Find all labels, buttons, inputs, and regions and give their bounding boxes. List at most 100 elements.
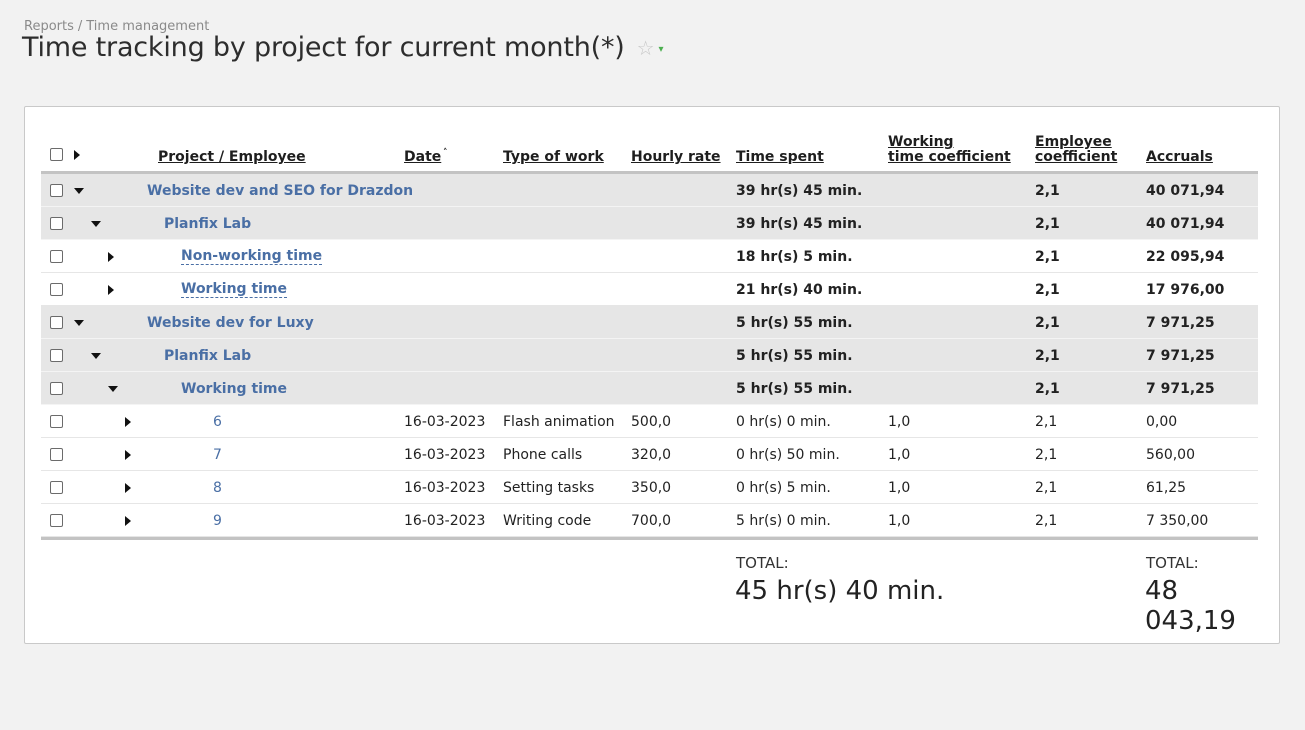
cell-type-of-work: Writing code: [503, 513, 592, 529]
row-checkbox[interactable]: [50, 283, 63, 296]
row-checkbox[interactable]: [50, 217, 63, 230]
table-row[interactable]: 7 16-03-2023 Phone calls 320,0 0 hr(s) 50 mi…: [41, 438, 1258, 471]
cell-employee-coefficient: 2,1: [1035, 282, 1060, 298]
cell-employee-coefficient: 2,1: [1035, 315, 1060, 331]
column-header-date[interactable]: Date: [404, 150, 441, 165]
cell-working-time-coefficient: 1,0: [888, 480, 911, 496]
row-project-link[interactable]: 9: [213, 513, 222, 529]
total-accruals-value: 48 043,19: [1145, 576, 1236, 636]
table-row[interactable]: 6 16-03-2023 Flash animation 500,0 0 hr(s) 0…: [41, 405, 1258, 438]
cell-time-spent: 18 hr(s) 5 min.: [736, 249, 853, 265]
table-row[interactable]: Planfix Lab 5 hr(s) 55 min. 2,1 7 971,25: [41, 339, 1258, 372]
row-project-link[interactable]: 6: [213, 414, 222, 430]
row-checkbox[interactable]: [50, 481, 63, 494]
row-project-link[interactable]: Planfix Lab: [164, 216, 251, 232]
table-row[interactable]: 9 16-03-2023 Writing code 700,0 5 hr(s) 0 mi…: [41, 504, 1258, 537]
collapse-icon[interactable]: [108, 386, 118, 392]
cell-date: 16-03-2023: [404, 480, 486, 496]
cell-employee-coefficient: 2,1: [1035, 480, 1058, 496]
cell-date: 16-03-2023: [404, 414, 486, 430]
title-menu-chevron-icon[interactable]: ▾: [659, 44, 664, 55]
cell-type-of-work: Setting tasks: [503, 480, 595, 496]
cell-accruals: 7 971,25: [1146, 381, 1215, 397]
cell-date: 16-03-2023: [404, 513, 486, 529]
total-time-label: TOTAL:: [736, 554, 789, 572]
cell-time-spent: 5 hr(s) 55 min.: [736, 348, 853, 364]
cell-accruals: 22 095,94: [1146, 249, 1225, 265]
table-row[interactable]: Planfix Lab 39 hr(s) 45 min. 2,1 40 071,94: [41, 207, 1258, 240]
column-header-type-of-work[interactable]: Type of work: [503, 150, 604, 165]
row-checkbox[interactable]: [50, 316, 63, 329]
row-checkbox[interactable]: [50, 382, 63, 395]
row-checkbox[interactable]: [50, 448, 63, 461]
expand-icon[interactable]: [125, 450, 131, 460]
cell-type-of-work: Flash animation: [503, 414, 615, 430]
cell-employee-coefficient: 2,1: [1035, 381, 1060, 397]
cell-working-time-coefficient: 1,0: [888, 513, 911, 529]
table-row[interactable]: 8 16-03-2023 Setting tasks 350,0 0 hr(s) 5 m…: [41, 471, 1258, 504]
expand-icon[interactable]: [125, 483, 131, 493]
collapse-icon[interactable]: [91, 353, 101, 359]
column-header-accruals[interactable]: Accruals: [1146, 150, 1213, 165]
table-row[interactable]: Non-working time 18 hr(s) 5 min. 2,1 22 095…: [41, 240, 1258, 273]
cell-employee-coefficient: 2,1: [1035, 348, 1060, 364]
column-header-time-spent[interactable]: Time spent: [736, 150, 824, 165]
report-panel: Project / Employee Date ˄ Type of work H…: [24, 106, 1280, 644]
cell-accruals: 560,00: [1146, 447, 1195, 463]
cell-hourly-rate: 320,0: [631, 447, 672, 463]
column-header-project[interactable]: Project / Employee: [158, 150, 306, 165]
row-project-link[interactable]: Working time: [181, 381, 287, 397]
row-project-link[interactable]: Website dev for Luxy: [147, 315, 314, 331]
column-header-hourly-rate[interactable]: Hourly rate: [631, 150, 721, 165]
row-checkbox[interactable]: [50, 415, 63, 428]
collapse-icon[interactable]: [74, 188, 84, 194]
cell-accruals: 40 071,94: [1146, 216, 1225, 232]
row-project-link[interactable]: Planfix Lab: [164, 348, 251, 364]
cell-time-spent: 0 hr(s) 50 min.: [736, 447, 840, 463]
star-outline-icon[interactable]: ☆: [637, 38, 655, 58]
table-row[interactable]: Website dev for Luxy 5 hr(s) 55 min. 2,1 7 …: [41, 306, 1258, 339]
collapse-icon[interactable]: [74, 320, 84, 326]
totals-section: TOTAL: 45 hr(s) 40 min. TOTAL: 48 043,19: [41, 540, 1258, 636]
cell-employee-coefficient: 2,1: [1035, 447, 1058, 463]
expand-icon[interactable]: [108, 252, 114, 262]
cell-time-spent: 5 hr(s) 55 min.: [736, 315, 853, 331]
cell-hourly-rate: 350,0: [631, 480, 672, 496]
column-header-working-time-coefficient[interactable]: Working time coefficient: [888, 135, 1011, 165]
row-checkbox[interactable]: [50, 349, 63, 362]
cell-accruals: 17 976,00: [1146, 282, 1225, 298]
cell-accruals: 7 971,25: [1146, 315, 1215, 331]
title-row: Time tracking by project for current mon…: [22, 32, 664, 63]
cell-accruals: 7 971,25: [1146, 348, 1215, 364]
row-checkbox[interactable]: [50, 184, 63, 197]
table-row[interactable]: Website dev and SEO for Drazdon 39 hr(s) …: [41, 174, 1258, 207]
row-checkbox[interactable]: [50, 514, 63, 527]
expand-icon[interactable]: [125, 417, 131, 427]
page-title: Time tracking by project for current mon…: [22, 32, 625, 63]
cell-employee-coefficient: 2,1: [1035, 216, 1060, 232]
table-row[interactable]: Working time 21 hr(s) 40 min. 2,1 17 976,00: [41, 273, 1258, 306]
expand-all-icon[interactable]: [74, 150, 80, 160]
emp-line2: coefficient: [1035, 149, 1118, 165]
column-header-employee-coefficient[interactable]: Employee coefficient: [1035, 135, 1117, 165]
row-project-link[interactable]: 7: [213, 447, 222, 463]
collapse-icon[interactable]: [91, 221, 101, 227]
table-row[interactable]: Working time 5 hr(s) 55 min. 2,1 7 971,25: [41, 372, 1258, 405]
cell-time-spent: 0 hr(s) 0 min.: [736, 414, 831, 430]
row-project-link[interactable]: Non-working time: [181, 248, 323, 265]
cell-employee-coefficient: 2,1: [1035, 513, 1058, 529]
row-project-link[interactable]: Website dev and SEO for Drazdon: [147, 183, 413, 199]
column-header-date-label: Date: [404, 149, 442, 165]
cell-time-spent: 39 hr(s) 45 min.: [736, 183, 863, 199]
cell-employee-coefficient: 2,1: [1035, 183, 1060, 199]
row-project-link[interactable]: Working time: [181, 281, 288, 298]
cell-time-spent: 5 hr(s) 55 min.: [736, 381, 853, 397]
cell-accruals: 0,00: [1146, 414, 1178, 430]
row-project-link[interactable]: 8: [213, 480, 222, 496]
expand-icon[interactable]: [108, 285, 114, 295]
expand-icon[interactable]: [125, 516, 131, 526]
cell-hourly-rate: 500,0: [631, 414, 672, 430]
row-checkbox[interactable]: [50, 250, 63, 263]
select-all-checkbox[interactable]: [50, 148, 63, 161]
emp-line1: Employee: [1035, 134, 1112, 150]
